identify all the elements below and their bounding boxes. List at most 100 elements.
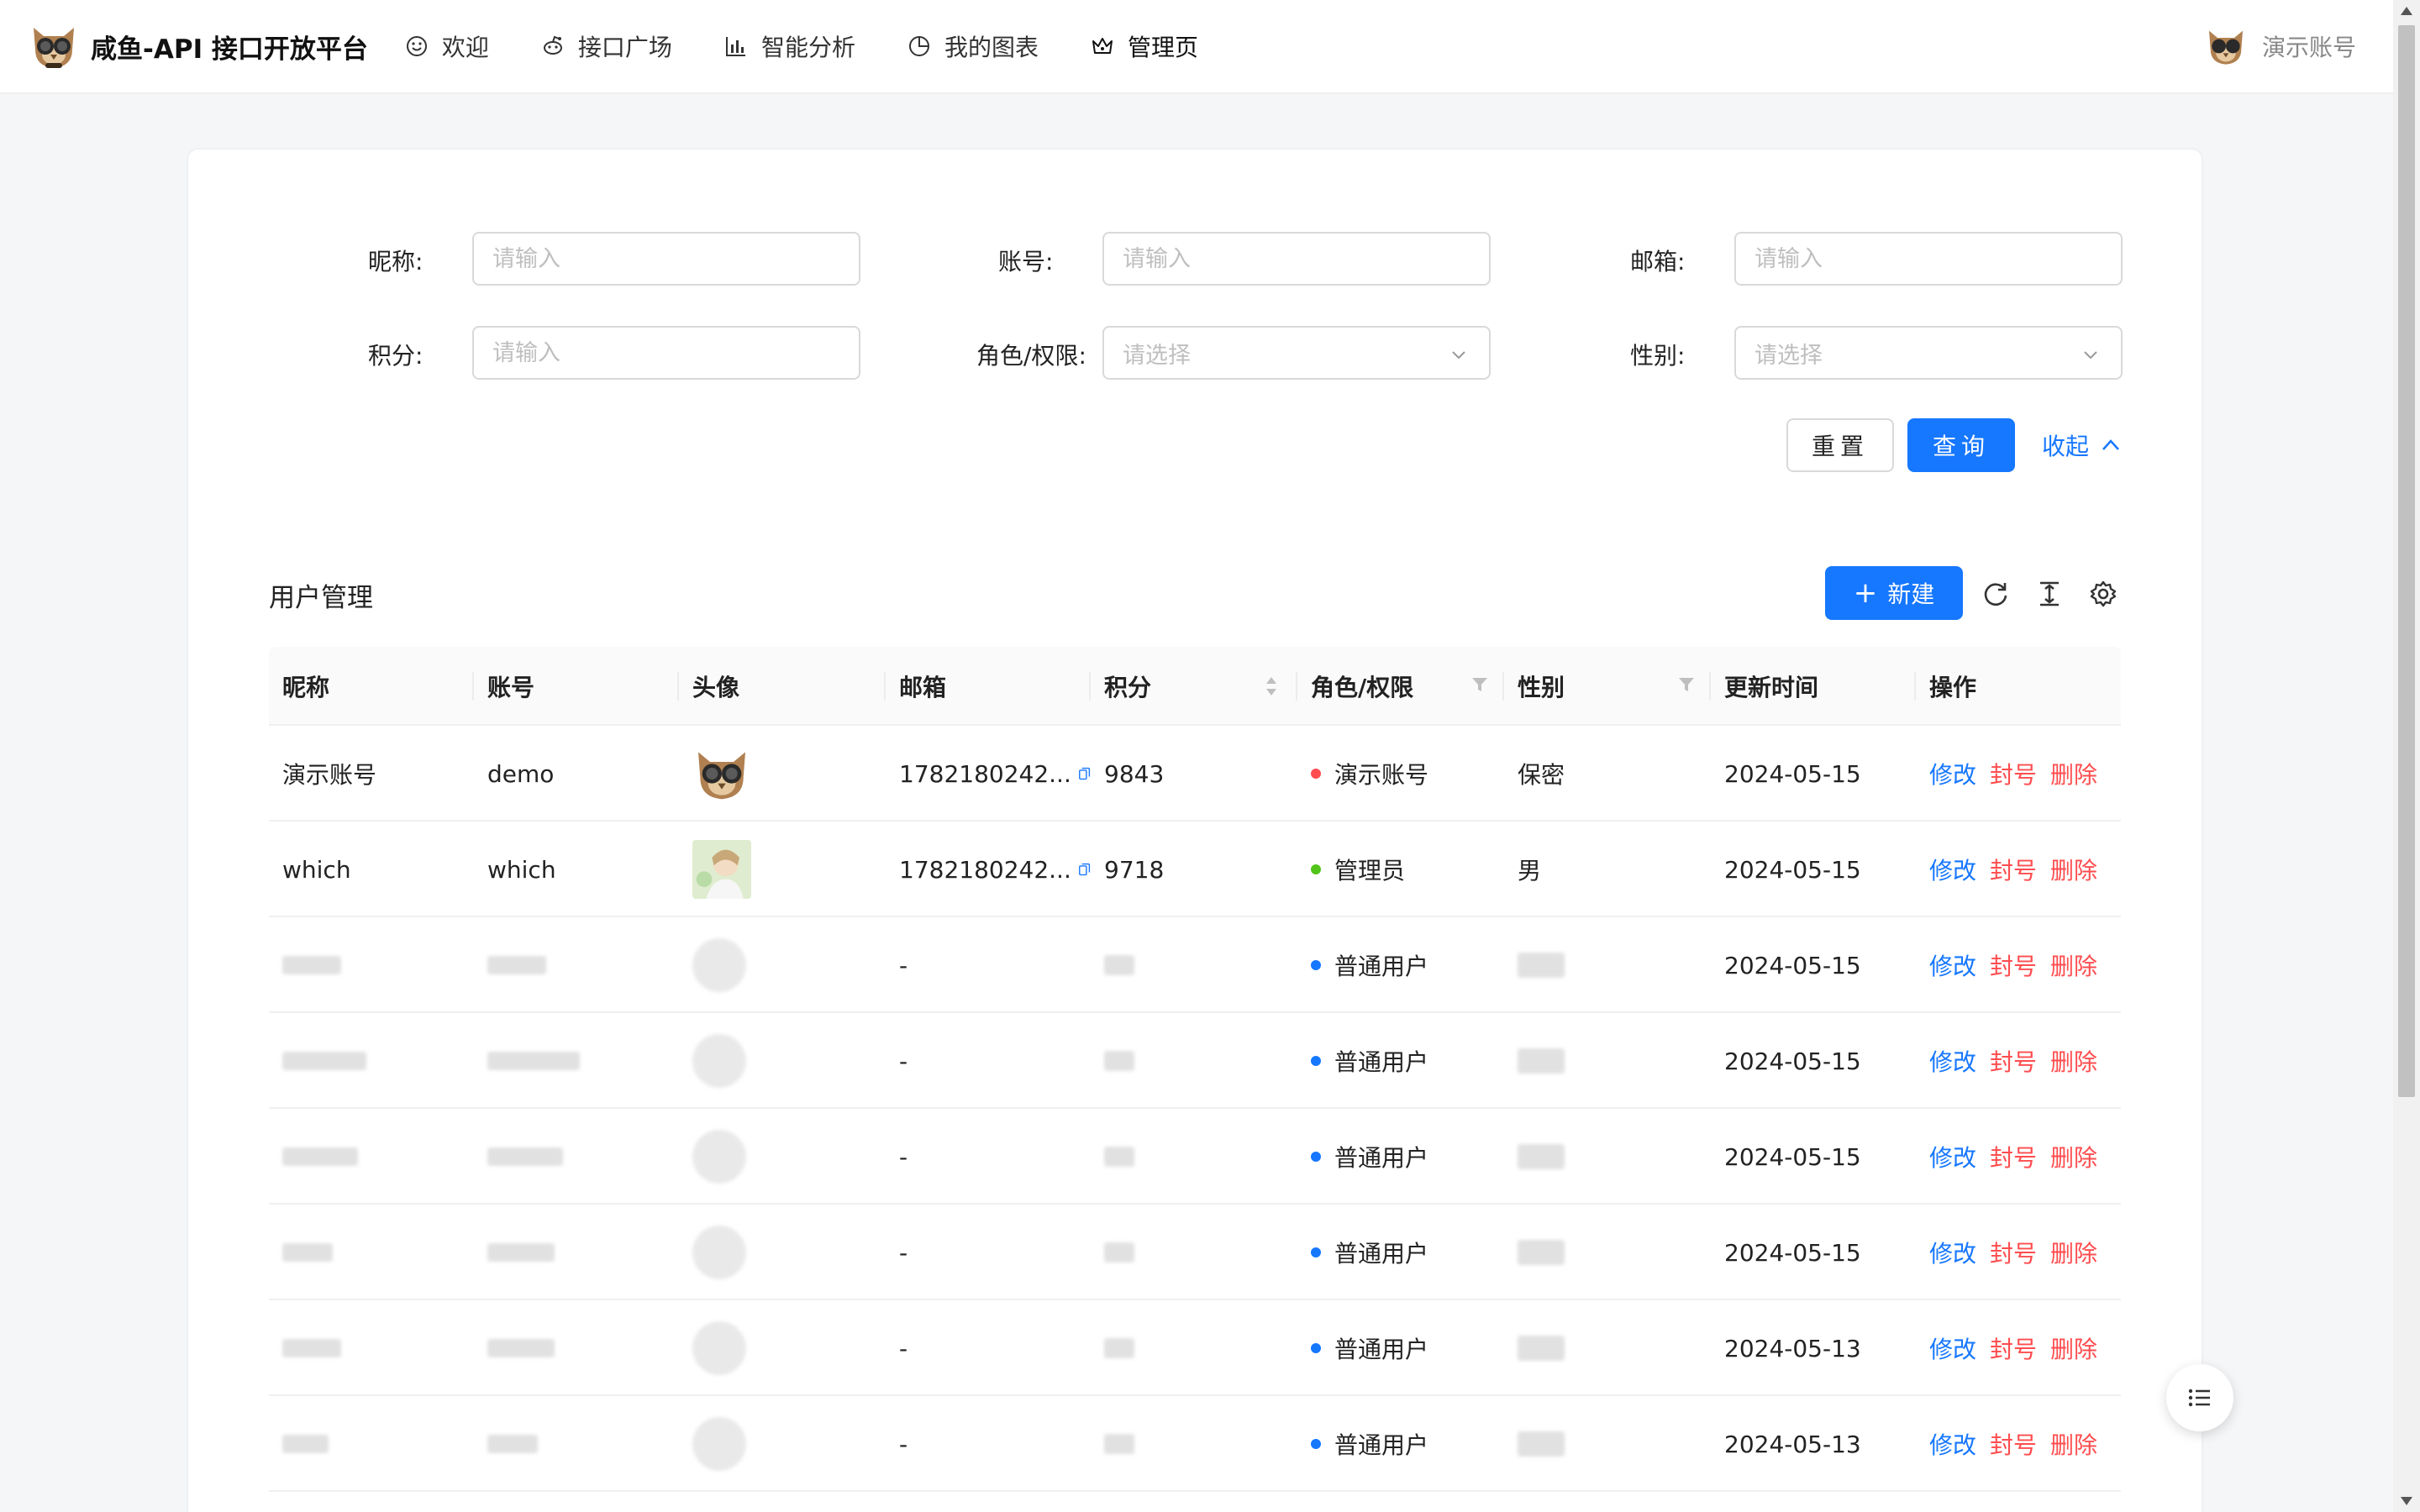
delete-link[interactable]: 删除 xyxy=(2050,853,2097,886)
cell-role: 管理员 xyxy=(1297,822,1504,917)
column-header-gender[interactable]: 性别 xyxy=(1504,647,1711,726)
cell-nickname xyxy=(269,1109,474,1205)
main-nav: 欢迎 接口广场 智能分析 我的图表 管理页 xyxy=(405,29,1250,63)
scroll-down-arrow-icon[interactable] xyxy=(2401,1497,2412,1505)
avatar xyxy=(692,1417,746,1471)
email-text-input[interactable] xyxy=(1754,245,2091,272)
nav-item-smart-analysis[interactable]: 智能分析 xyxy=(724,29,855,63)
cell-updated: 2024-05-15 xyxy=(1724,759,1861,788)
role-status-dot xyxy=(1311,1152,1321,1162)
cell-points xyxy=(1091,1109,1297,1205)
column-header-role[interactable]: 角色/权限 xyxy=(1297,647,1504,726)
cell-gender: 男 xyxy=(1518,857,1542,885)
edit-link[interactable]: 修改 xyxy=(1929,1331,1976,1365)
setting-icon[interactable] xyxy=(2089,580,2118,608)
vertical-scrollbar[interactable] xyxy=(2393,0,2420,1512)
edit-link[interactable]: 修改 xyxy=(1929,1427,1976,1461)
cell-avatar[interactable] xyxy=(679,1396,886,1492)
user-menu[interactable]: 演示账号 xyxy=(2205,25,2356,67)
copy-icon[interactable] xyxy=(1078,858,1091,881)
reload-icon[interactable] xyxy=(1981,580,2010,608)
query-button[interactable]: 查询 xyxy=(1907,418,2015,472)
filter-icon[interactable] xyxy=(1470,675,1489,694)
table-body: 演示账号 demo 1782180242... 9843 演示账号 保密 2024-05-1… xyxy=(269,726,2121,1492)
reddit-icon xyxy=(543,35,562,55)
table-row: - 普通用户 2024-05-13 修改 封号 删除 xyxy=(269,1300,2121,1396)
nav-item-welcome[interactable]: 欢迎 xyxy=(405,29,489,63)
role-status-dot xyxy=(1311,769,1321,779)
delete-link[interactable]: 删除 xyxy=(2050,1236,2097,1269)
ban-link[interactable]: 封号 xyxy=(1990,853,2037,886)
scrollbar-thumb[interactable] xyxy=(2398,25,2415,1097)
cell-role: 普通用户 xyxy=(1297,1396,1504,1492)
edit-link[interactable]: 修改 xyxy=(1929,853,1976,886)
gender-select[interactable]: 请选择 xyxy=(1734,326,2123,380)
cell-updated: 2024-05-15 xyxy=(1724,951,1861,979)
cell-role: 普通用户 xyxy=(1297,917,1504,1013)
cell-avatar[interactable] xyxy=(679,822,886,917)
edit-link[interactable]: 修改 xyxy=(1929,1140,1976,1173)
ban-link[interactable]: 封号 xyxy=(1990,1427,2037,1461)
cell-email: - xyxy=(899,1334,908,1362)
filter-icon[interactable] xyxy=(1677,675,1696,694)
user-table: 昵称 账号 头像 邮箱 积分 角色/权限 性别 更新时间 操作 演示账号 demo… xyxy=(269,647,2121,1492)
cell-role: 普通用户 xyxy=(1297,1013,1504,1109)
ban-link[interactable]: 封号 xyxy=(1990,1044,2037,1078)
delete-link[interactable]: 删除 xyxy=(2050,757,2097,790)
cell-role: 普通用户 xyxy=(1297,1300,1504,1396)
ban-link[interactable]: 封号 xyxy=(1990,757,2037,790)
user-name: 演示账号 xyxy=(2261,34,2356,61)
cell-email: - xyxy=(899,1430,908,1458)
cell-account: which xyxy=(487,855,556,884)
role-status-dot xyxy=(1311,1056,1321,1066)
nav-item-api-square[interactable]: 接口广场 xyxy=(541,29,672,63)
delete-link[interactable]: 删除 xyxy=(2050,1140,2097,1173)
ban-link[interactable]: 封号 xyxy=(1990,948,2037,982)
cell-avatar[interactable] xyxy=(679,917,886,1013)
copy-icon[interactable] xyxy=(1078,762,1091,785)
ban-link[interactable]: 封号 xyxy=(1990,1236,2037,1269)
nav-item-admin[interactable]: 管理页 xyxy=(1091,29,1198,63)
cell-avatar[interactable] xyxy=(679,1300,886,1396)
edit-link[interactable]: 修改 xyxy=(1929,1236,1976,1269)
cell-avatar[interactable] xyxy=(679,1013,886,1109)
email-label: 邮箱: xyxy=(1630,248,1686,276)
column-header-points[interactable]: 积分 xyxy=(1091,647,1297,726)
edit-link[interactable]: 修改 xyxy=(1929,757,1976,790)
delete-link[interactable]: 删除 xyxy=(2050,1427,2097,1461)
cell-account xyxy=(474,1013,679,1109)
cell-avatar[interactable] xyxy=(679,1109,886,1205)
role-status-dot xyxy=(1311,960,1321,970)
email-input[interactable] xyxy=(1734,232,2123,286)
cell-updated: 2024-05-15 xyxy=(1724,855,1861,884)
delete-link[interactable]: 删除 xyxy=(2050,1044,2097,1078)
sort-icon[interactable] xyxy=(1264,674,1279,699)
cell-nickname xyxy=(269,1300,474,1396)
nav-label: 智能分析 xyxy=(760,34,855,61)
ban-link[interactable]: 封号 xyxy=(1990,1140,2037,1173)
column-header-nickname: 昵称 xyxy=(269,647,474,726)
column-header-email: 邮箱 xyxy=(886,647,1091,726)
edit-link[interactable]: 修改 xyxy=(1929,948,1976,982)
collapse-button[interactable]: 收起 xyxy=(2042,418,2121,472)
cell-updated: 2024-05-15 xyxy=(1724,1142,1861,1171)
cell-role: 普通用户 xyxy=(1297,1205,1504,1300)
float-menu-button[interactable] xyxy=(2166,1364,2233,1431)
new-user-button[interactable]: + 新建 xyxy=(1825,566,1963,620)
scroll-up-arrow-icon[interactable] xyxy=(2401,7,2412,15)
delete-link[interactable]: 删除 xyxy=(2050,1331,2097,1365)
reset-button[interactable]: 重置 xyxy=(1786,418,1894,472)
nav-item-my-charts[interactable]: 我的图表 xyxy=(908,29,1039,63)
column-height-icon[interactable] xyxy=(2035,580,2064,608)
cell-gender xyxy=(1504,1013,1711,1109)
brand-title: 咸鱼-API 接口开放平台 xyxy=(91,34,368,65)
collapse-label: 收起 xyxy=(2042,433,2090,460)
table-row: - 普通用户 2024-05-15 修改 封号 删除 xyxy=(269,1013,2121,1109)
brand[interactable]: 咸鱼-API 接口开放平台 xyxy=(29,21,368,71)
cell-avatar[interactable] xyxy=(679,1205,886,1300)
edit-link[interactable]: 修改 xyxy=(1929,1044,1976,1078)
table-header: 昵称 账号 头像 邮箱 积分 角色/权限 性别 更新时间 操作 xyxy=(269,647,2121,726)
cell-avatar[interactable] xyxy=(679,726,886,822)
ban-link[interactable]: 封号 xyxy=(1990,1331,2037,1365)
delete-link[interactable]: 删除 xyxy=(2050,948,2097,982)
